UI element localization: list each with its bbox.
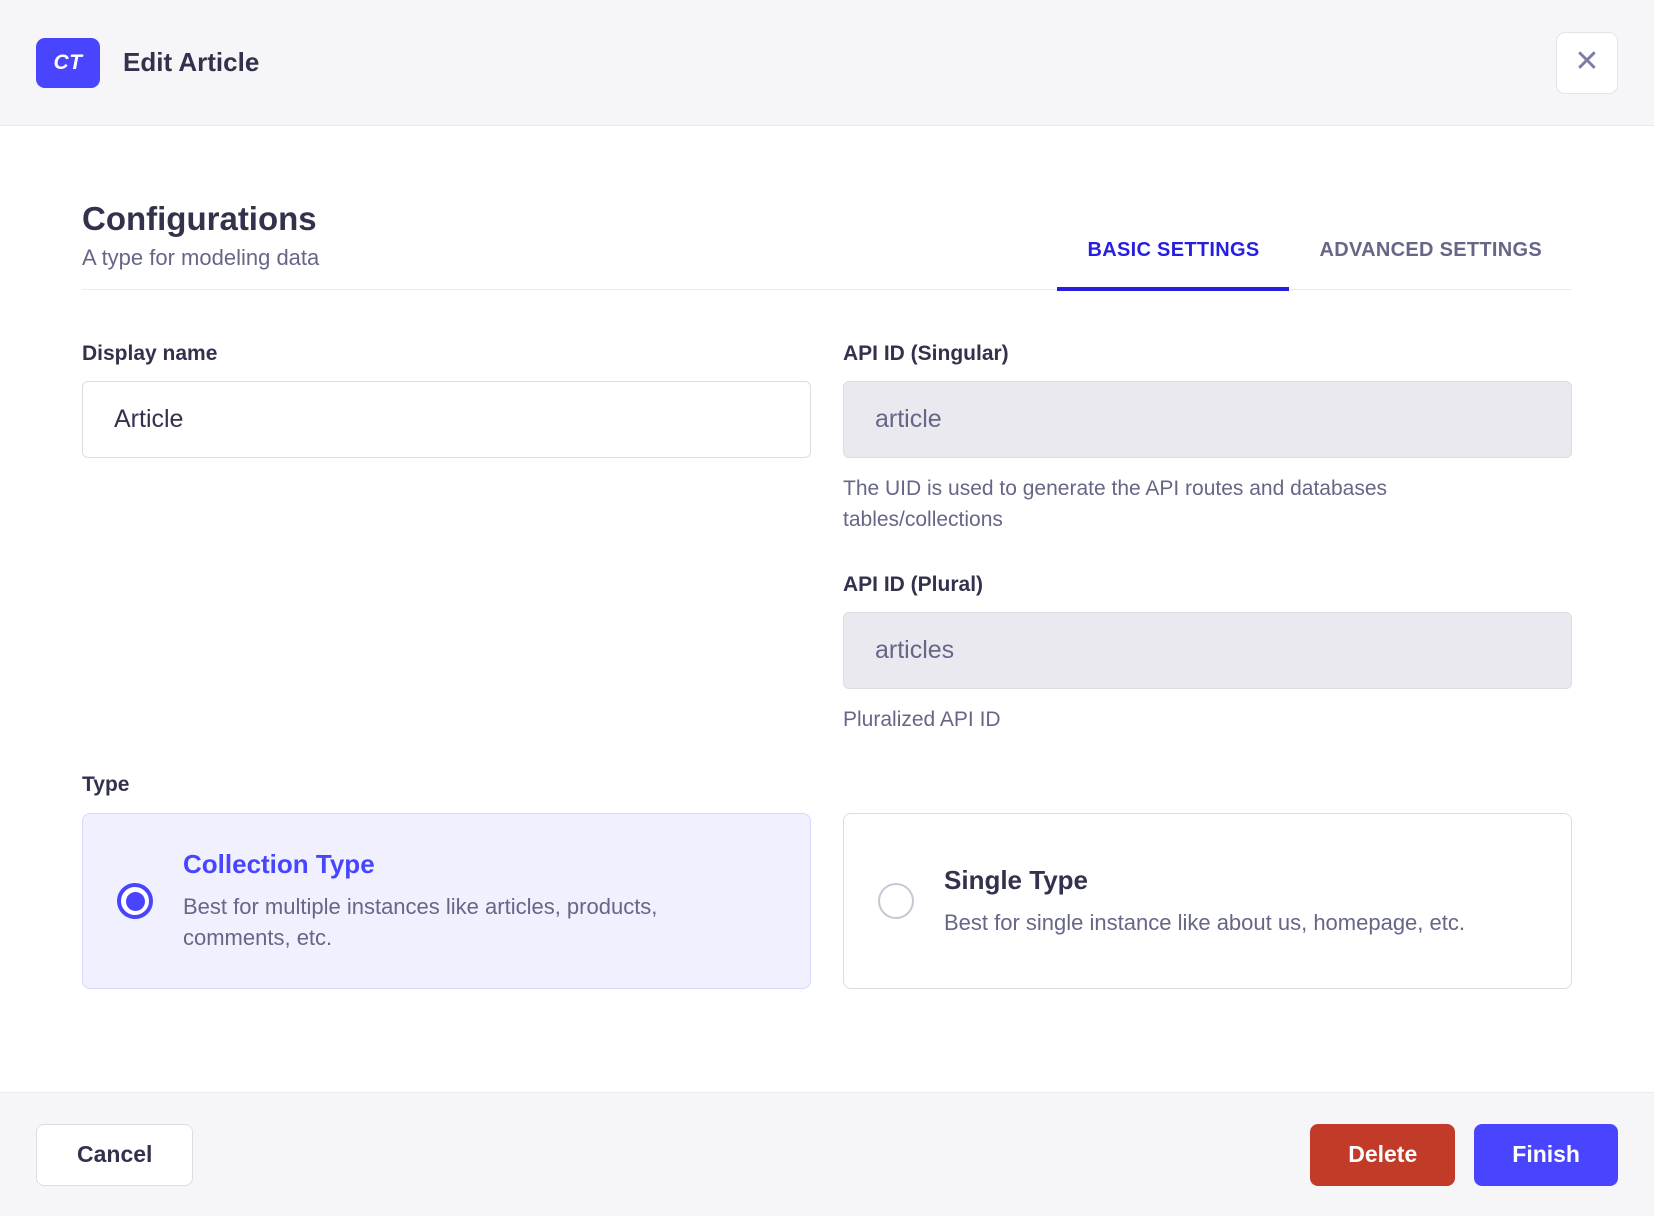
type-options: Collection Type Best for multiple instan… <box>82 813 1572 989</box>
footer-actions: Delete Finish <box>1310 1123 1618 1186</box>
single-type-text: Single Type Best for single instance lik… <box>944 865 1465 938</box>
page-subtitle: A type for modeling data <box>82 245 320 270</box>
api-id-plural-helper: Pluralized API ID <box>843 708 1001 731</box>
configuration-form: Display name API ID (Singular) The UID i… <box>82 342 1572 735</box>
section-head: Configurations A type for modeling data … <box>82 200 1572 291</box>
collection-type-title: Collection Type <box>183 849 375 879</box>
single-type-description: Best for single instance like about us, … <box>944 909 1465 935</box>
api-id-singular-input <box>843 381 1572 458</box>
form-column-right: API ID (Singular) The UID is used to gen… <box>843 342 1572 735</box>
section-titles: Configurations A type for modeling data <box>82 200 319 289</box>
close-icon: ✕ <box>1574 44 1600 78</box>
tab-basic-settings[interactable]: BASIC SETTINGS <box>1057 239 1290 291</box>
modal-header: CT Edit Article ✕ <box>0 0 1654 126</box>
cancel-button[interactable]: Cancel <box>36 1123 194 1186</box>
delete-button[interactable]: Delete <box>1310 1123 1456 1186</box>
api-id-plural-field-group: API ID (Plural) Pluralized API ID <box>843 573 1572 735</box>
api-id-singular-field-group: API ID (Singular) The UID is used to gen… <box>843 342 1572 535</box>
content-type-badge: CT <box>36 37 100 88</box>
single-type-title: Single Type <box>944 864 1088 895</box>
display-name-label: Display name <box>82 342 218 365</box>
modal-body: Configurations A type for modeling data … <box>0 126 1654 1092</box>
tab-advanced-settings[interactable]: ADVANCED SETTINGS <box>1289 239 1572 289</box>
modal-title: Edit Article <box>123 47 260 77</box>
page-title: Configurations <box>82 200 317 237</box>
form-column-left: Display name <box>82 342 811 735</box>
radio-selected-icon[interactable] <box>117 883 153 919</box>
api-id-plural-input <box>843 612 1572 689</box>
collection-type-option[interactable]: Collection Type Best for multiple instan… <box>82 813 811 989</box>
modal-footer: Cancel Delete Finish <box>0 1092 1654 1216</box>
collection-type-text: Collection Type Best for multiple instan… <box>183 849 743 953</box>
type-section-label: Type <box>82 773 130 796</box>
display-name-input[interactable] <box>82 381 811 458</box>
finish-button[interactable]: Finish <box>1474 1123 1618 1186</box>
content-type-badge-label: CT <box>53 50 83 74</box>
api-id-singular-helper: The UID is used to generate the API rout… <box>843 477 1388 531</box>
display-name-field-group: Display name <box>82 342 811 458</box>
settings-tabs: BASIC SETTINGS ADVANCED SETTINGS <box>1057 239 1572 291</box>
api-id-plural-label: API ID (Plural) <box>843 573 984 596</box>
close-button[interactable]: ✕ <box>1556 31 1618 94</box>
collection-type-description: Best for multiple instances like article… <box>183 894 658 950</box>
api-id-singular-label: API ID (Singular) <box>843 342 1009 365</box>
single-type-option[interactable]: Single Type Best for single instance lik… <box>843 813 1572 989</box>
radio-unselected-icon[interactable] <box>878 883 914 919</box>
